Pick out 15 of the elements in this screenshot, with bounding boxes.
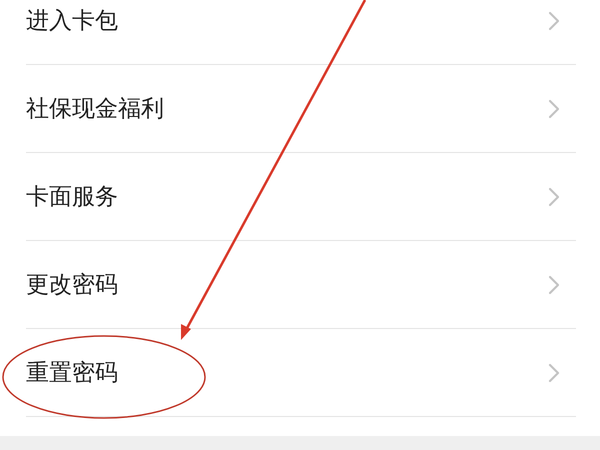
menu-item-label: 进入卡包 [26,7,118,36]
menu-item-label: 重置密码 [26,359,118,388]
chevron-right-icon [548,98,560,118]
chevron-right-icon [548,186,560,206]
menu-item[interactable]: 社保现金福利 [26,65,576,153]
menu-item[interactable]: 进入卡包 [26,0,576,65]
chevron-right-icon [548,362,560,382]
menu-item-label: 卡面服务 [26,183,118,212]
menu-item-label: 更改密码 [26,271,118,300]
menu-item[interactable]: 重置密码 [26,329,576,417]
menu-item-label: 社保现金福利 [26,95,164,124]
chevron-right-icon [548,10,560,30]
chevron-right-icon [548,274,560,294]
menu-item[interactable]: 更改密码 [26,241,576,329]
menu-item[interactable]: 卡面服务 [26,153,576,241]
